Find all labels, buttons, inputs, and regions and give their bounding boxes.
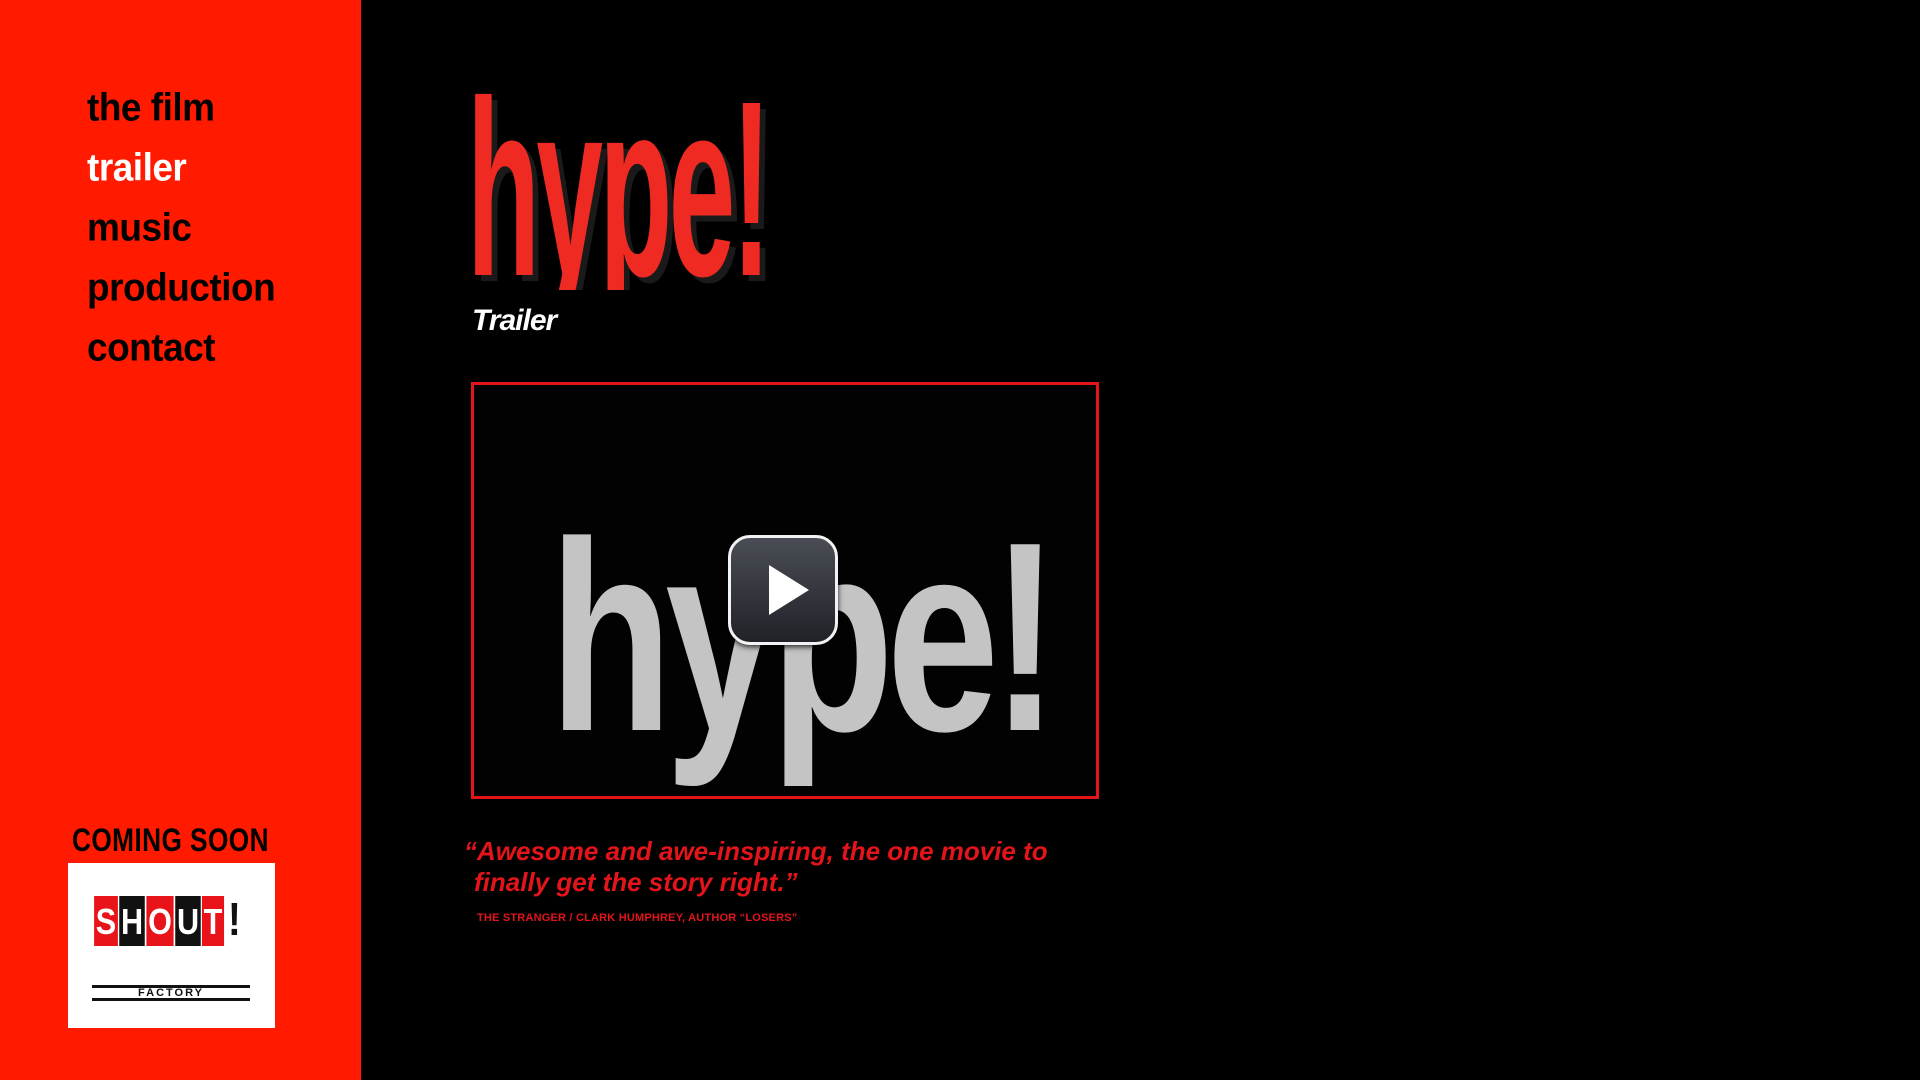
nav-item-contact[interactable]: contact [87, 317, 275, 380]
trailer-video-player[interactable]: hype! [471, 382, 1099, 799]
main-nav: the film trailer music production contac… [87, 77, 276, 380]
shout-letter: S [94, 896, 118, 946]
shout-letter: H [119, 896, 145, 946]
nav-item-production[interactable]: production [87, 257, 276, 320]
play-icon [769, 565, 809, 615]
quote-line-2: finally get the story right.” [474, 867, 798, 897]
sidebar: the film trailer music production contac… [0, 0, 361, 1080]
hype-logo-art: hype! hype! [467, 48, 777, 334]
shout-letter: O [146, 896, 174, 946]
hype-logo[interactable]: hype! hype! [462, 48, 777, 334]
logo-text: hype! [467, 50, 767, 290]
nav-item-music[interactable]: music [87, 197, 275, 260]
review-quote: “Awesome and awe-inspiring, the one movi… [464, 836, 1084, 898]
page-title: Trailer [472, 304, 557, 337]
shout-factory-subtitle: FACTORY [92, 985, 250, 1001]
play-button[interactable] [728, 535, 838, 645]
shout-wordmark: S H O U T ! [92, 893, 241, 946]
nav-item-trailer[interactable]: trailer [87, 137, 275, 200]
quote-line-1: “Awesome and awe-inspiring, the one movi… [464, 836, 1048, 866]
quote-attribution: THE STRANGER / CLARK HUMPHREY, AUTHOR “L… [477, 912, 798, 924]
coming-soon-label: COMING SOON [72, 822, 269, 858]
shout-letter: ! [227, 893, 241, 945]
shout-letter: T [201, 896, 225, 946]
nav-item-the-film[interactable]: the film [87, 77, 275, 140]
shout-letter: U [175, 896, 201, 946]
shout-factory-logo[interactable]: S H O U T ! FACTORY [68, 863, 275, 1028]
